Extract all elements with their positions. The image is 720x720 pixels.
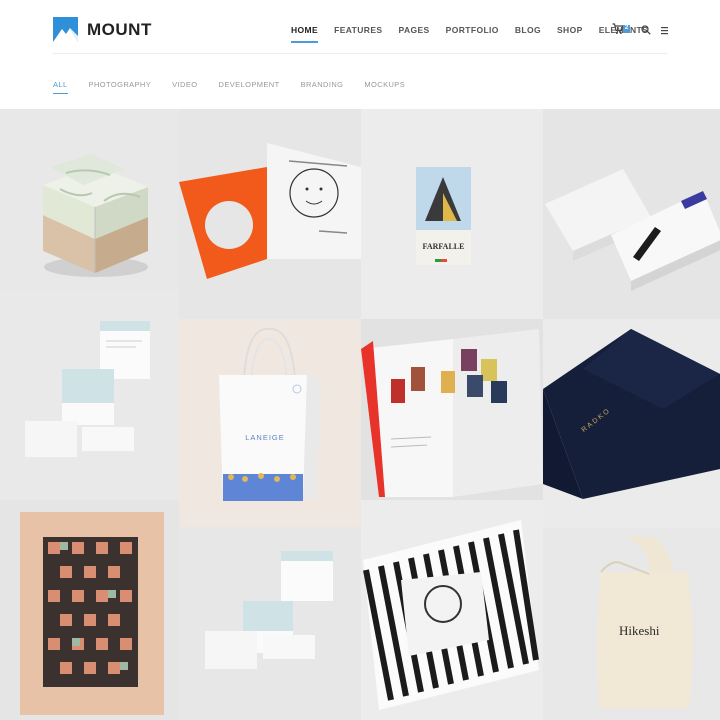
laneige-bag-image bbox=[219, 327, 321, 501]
hikeshi-label: Hikeshi bbox=[619, 623, 660, 638]
cart-count-badge: 2 bbox=[624, 24, 629, 31]
chairs-magazine-image bbox=[361, 329, 543, 497]
brand-name: MOUNT bbox=[87, 19, 152, 39]
menu-button[interactable] bbox=[661, 22, 669, 40]
nav-features[interactable]: FEATURES bbox=[334, 25, 382, 35]
portfolio-item-pattern-poster[interactable] bbox=[0, 500, 179, 720]
nav-blog[interactable]: BLOG bbox=[515, 25, 541, 35]
portfolio-item-farfalle-poster[interactable]: FARFALLE bbox=[361, 109, 543, 319]
filter-all[interactable]: ALL bbox=[53, 80, 68, 94]
mountain-logo-icon bbox=[53, 17, 78, 42]
business-cards-image bbox=[545, 169, 720, 291]
filter-branding[interactable]: BRANDING bbox=[301, 80, 344, 89]
portfolio-item-hikeshi-tote[interactable]: Hikeshi bbox=[543, 528, 720, 720]
envelopes-2-image bbox=[205, 551, 333, 669]
portfolio-item-map-cube[interactable] bbox=[0, 109, 179, 291]
portfolio-item-chairs-magazine[interactable] bbox=[361, 319, 543, 500]
portfolio-item-orange-folder[interactable] bbox=[179, 109, 361, 319]
farfalle-title: FARFALLE bbox=[422, 242, 465, 251]
portfolio-item-business-cards[interactable] bbox=[543, 109, 720, 319]
filter-development[interactable]: DEVELOPMENT bbox=[219, 80, 280, 89]
search-button[interactable] bbox=[641, 22, 651, 40]
site-header: MOUNT HOME FEATURES PAGES PORTFOLIO BLOG… bbox=[0, 0, 720, 54]
header-divider bbox=[53, 53, 667, 54]
logo[interactable]: MOUNT bbox=[53, 17, 152, 42]
nav-portfolio[interactable]: PORTFOLIO bbox=[446, 25, 499, 35]
laneige-label: LANEIGE bbox=[245, 433, 285, 442]
main-nav: HOME FEATURES PAGES PORTFOLIO BLOG SHOP … bbox=[291, 25, 664, 43]
portfolio-item-navy-folder[interactable]: RADKO bbox=[543, 319, 720, 528]
filter-video[interactable]: VIDEO bbox=[172, 80, 197, 89]
portfolio-item-laneige-bag[interactable]: LANEIGE bbox=[179, 319, 361, 527]
navy-folder-image bbox=[543, 329, 720, 499]
filter-mockups[interactable]: MOCKUPS bbox=[364, 80, 405, 89]
farfalle-poster-image bbox=[416, 167, 471, 265]
cart-button[interactable]: 2 bbox=[612, 22, 630, 40]
portfolio-item-envelopes-2[interactable] bbox=[179, 527, 361, 720]
hamburger-menu-icon bbox=[661, 27, 668, 35]
orange-folder-image bbox=[179, 143, 361, 279]
portfolio-filters: ALL PHOTOGRAPHY VIDEO DEVELOPMENT BRANDI… bbox=[53, 80, 426, 94]
nav-shop[interactable]: SHOP bbox=[557, 25, 583, 35]
envelopes-image bbox=[25, 321, 150, 457]
striped-book-image bbox=[363, 520, 539, 710]
pattern-poster-image bbox=[20, 512, 164, 715]
filter-photography[interactable]: PHOTOGRAPHY bbox=[89, 80, 152, 89]
nav-home[interactable]: HOME bbox=[291, 25, 319, 43]
map-cube-image bbox=[43, 154, 148, 277]
portfolio-item-striped-book[interactable] bbox=[361, 500, 543, 720]
portfolio-item-envelopes[interactable] bbox=[0, 291, 179, 500]
search-icon bbox=[641, 25, 651, 35]
nav-pages[interactable]: PAGES bbox=[399, 25, 430, 35]
